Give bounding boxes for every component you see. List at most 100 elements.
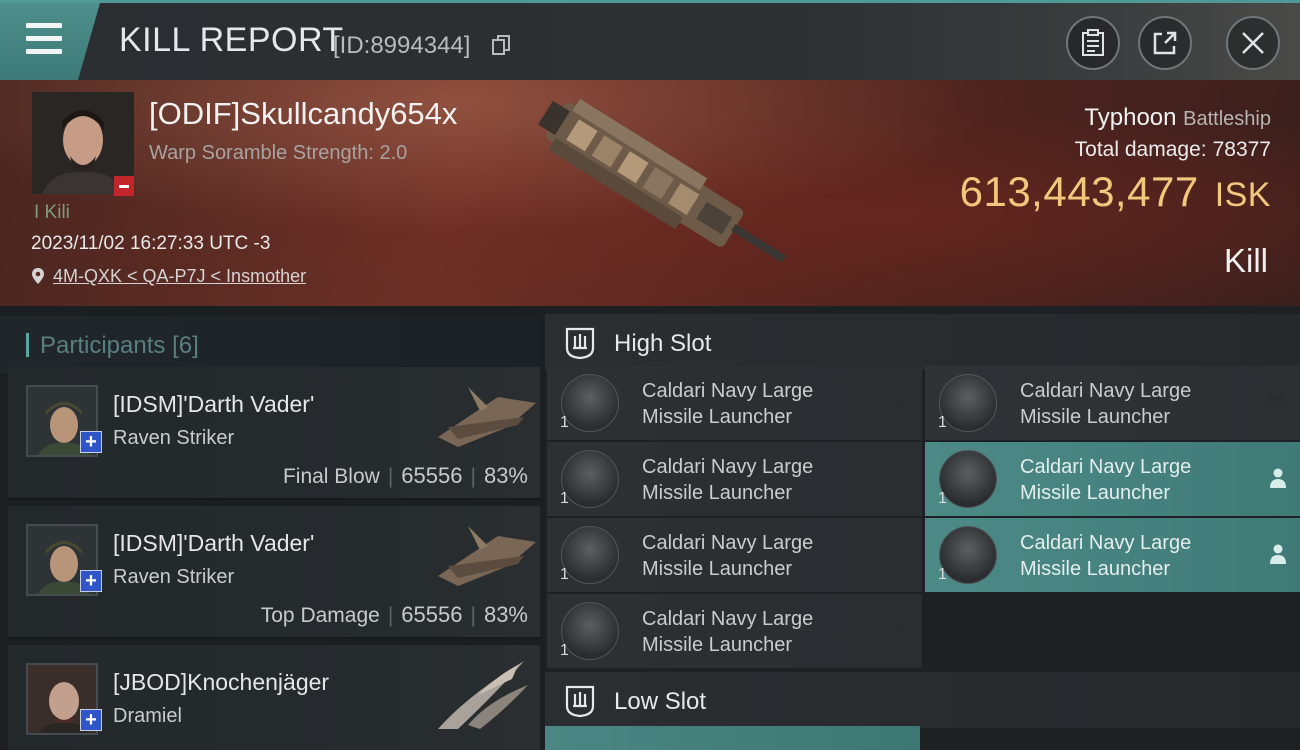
low-slot-header: Low Slot xyxy=(545,672,1300,728)
participant-ship-image xyxy=(438,661,528,729)
low-slot-module-partial[interactable] xyxy=(545,726,920,750)
module-quantity: 1 xyxy=(938,490,947,507)
kill-datetime: 2023/11/02 16:27:33 UTC -3 xyxy=(31,233,271,254)
victim-ship[interactable]: Typhoon Battleship xyxy=(1084,104,1271,132)
plus-icon: + xyxy=(80,709,102,731)
participant-damage: 65556 xyxy=(401,463,463,488)
status-badge xyxy=(114,176,134,196)
participant-ship: Raven Striker xyxy=(113,566,235,588)
missile-launcher-icon xyxy=(561,602,619,660)
participants-title: Participants [6] xyxy=(40,332,199,360)
participant-damage: 65556 xyxy=(401,602,463,627)
x-icon xyxy=(890,394,906,410)
participant-percent: 83% xyxy=(483,602,528,627)
missile-launcher-icon xyxy=(561,450,619,508)
report-result: Kill xyxy=(1223,242,1268,279)
x-icon xyxy=(890,470,906,486)
clipboard-button[interactable] xyxy=(1066,16,1120,70)
participant-percent: 83% xyxy=(483,463,528,488)
participant-name[interactable]: [JBOD]Knochenjäger xyxy=(113,669,329,696)
participants-header[interactable]: Participants [6] xyxy=(0,316,540,373)
module-name: Caldari Navy Large Missile Launcher xyxy=(1020,532,1192,580)
module-name: Caldari Navy Large Missile Launcher xyxy=(642,456,814,504)
module-quantity: 1 xyxy=(938,414,947,431)
close-icon xyxy=(1242,32,1264,54)
menu-icon xyxy=(26,23,62,28)
slot-icon xyxy=(565,327,595,360)
divider: | xyxy=(470,604,476,627)
high-slot-title: High Slot xyxy=(614,330,712,357)
divider: | xyxy=(387,604,394,627)
participant-name[interactable]: [IDSM]'Darth Vader' xyxy=(113,391,314,418)
victim-name[interactable]: [ODIF]Skullcandy654x xyxy=(149,96,457,132)
module-item[interactable]: 1 Caldari Navy Large Missile Launcher xyxy=(547,442,922,516)
participant-name[interactable]: [IDSM]'Darth Vader' xyxy=(113,530,314,557)
module-quantity: 1 xyxy=(938,566,947,583)
module-quantity: 1 xyxy=(560,414,569,431)
missile-launcher-icon xyxy=(939,526,997,584)
kill-count: I Kili xyxy=(34,202,70,223)
total-damage-value: 78377 xyxy=(1212,138,1271,161)
module-quantity: 1 xyxy=(560,566,569,583)
menu-icon-line xyxy=(26,36,62,41)
menu-button[interactable] xyxy=(0,3,100,80)
menu-icon-line xyxy=(26,49,62,54)
participants-count: [6] xyxy=(172,332,199,359)
clipboard-icon xyxy=(1082,29,1104,56)
participant-stats: Top Damage | 65556 | 83% xyxy=(261,602,528,628)
participant-row[interactable]: + [JBOD]Knochenjäger Dramiel xyxy=(8,645,540,750)
location-text[interactable]: 4M-QXK < QA-P7J < Insmother xyxy=(53,266,306,286)
module-name: Caldari Navy Large Missile Launcher xyxy=(642,532,814,580)
slot-icon xyxy=(565,685,595,718)
participant-ship: Raven Striker xyxy=(113,427,235,449)
participant-tag: Top Damage xyxy=(260,604,380,627)
module-item[interactable]: 1 Caldari Navy Large Missile Launcher xyxy=(547,366,922,440)
divider: | xyxy=(387,465,394,488)
high-slot-header: High Slot xyxy=(545,314,1300,370)
module-item[interactable]: 1 Caldari Navy Large Missile Launcher xyxy=(547,518,922,592)
module-name: Caldari Navy Large Missile Launcher xyxy=(642,608,814,656)
scramble-strength: Warp Soramble Strength: 2.0 xyxy=(149,142,408,164)
isk-unit: ISK xyxy=(1214,176,1271,214)
header: KILL REPORT [ID:8994344] xyxy=(0,0,1300,80)
victim-ship-image xyxy=(538,98,785,263)
module-item[interactable]: 1 Caldari Navy Large Missile Launcher xyxy=(925,366,1300,440)
missile-launcher-icon xyxy=(561,526,619,584)
isk-amount: 613,443,477 xyxy=(959,168,1199,215)
header-accent xyxy=(26,333,29,357)
module-item[interactable]: 1 Caldari Navy Large Missile Launcher xyxy=(925,442,1300,516)
x-icon xyxy=(890,546,906,562)
share-button[interactable] xyxy=(1138,16,1192,70)
participant-ship-image xyxy=(438,526,536,586)
participant-tag: Final Blow xyxy=(282,465,380,488)
total-damage: Total damage: 78377 xyxy=(1075,138,1271,162)
module-quantity: 1 xyxy=(560,490,569,507)
x-icon xyxy=(1268,394,1284,410)
report-id: [ID:8994344] xyxy=(333,32,471,59)
victim-banner: [ODIF]Skullcandy654x Warp Soramble Stren… xyxy=(0,80,1300,306)
module-name: Caldari Navy Large Missile Launcher xyxy=(642,380,814,428)
module-item[interactable]: 1 Caldari Navy Large Missile Launcher xyxy=(547,594,922,668)
total-damage-label: Total damage: xyxy=(1074,138,1207,161)
close-button[interactable] xyxy=(1226,16,1280,70)
participant-row[interactable]: + [IDSM]'Darth Vader' Raven Striker Top … xyxy=(8,506,540,639)
x-icon xyxy=(890,622,906,638)
low-slot-title: Low Slot xyxy=(614,688,707,715)
copy-icon[interactable] xyxy=(492,35,510,55)
participant-row[interactable]: + [IDSM]'Darth Vader' Raven Striker Fina… xyxy=(8,367,540,500)
location-link[interactable]: 4M-QXK < QA-P7J < Insmother xyxy=(31,266,306,287)
missile-launcher-icon xyxy=(939,374,997,432)
module-item[interactable]: 1 Caldari Navy Large Missile Launcher xyxy=(925,518,1300,592)
participants-label: Participants xyxy=(40,332,166,359)
plus-icon: + xyxy=(80,431,102,453)
ship-class: Battleship xyxy=(1183,108,1271,130)
fitting-panel: High Slot 1 Caldari Navy Large Missile L… xyxy=(545,306,1300,750)
share-icon xyxy=(1153,31,1177,55)
divider: | xyxy=(470,465,476,488)
module-name: Caldari Navy Large Missile Launcher xyxy=(1020,380,1192,428)
ship-name: Typhoon xyxy=(1084,104,1177,131)
participant-stats: Final Blow | 65556 | 83% xyxy=(283,463,528,489)
missile-launcher-icon xyxy=(561,374,619,432)
participants-panel: Participants [6] + [IDSM]'Darth Vader' R… xyxy=(0,306,545,750)
module-quantity: 1 xyxy=(560,642,569,659)
